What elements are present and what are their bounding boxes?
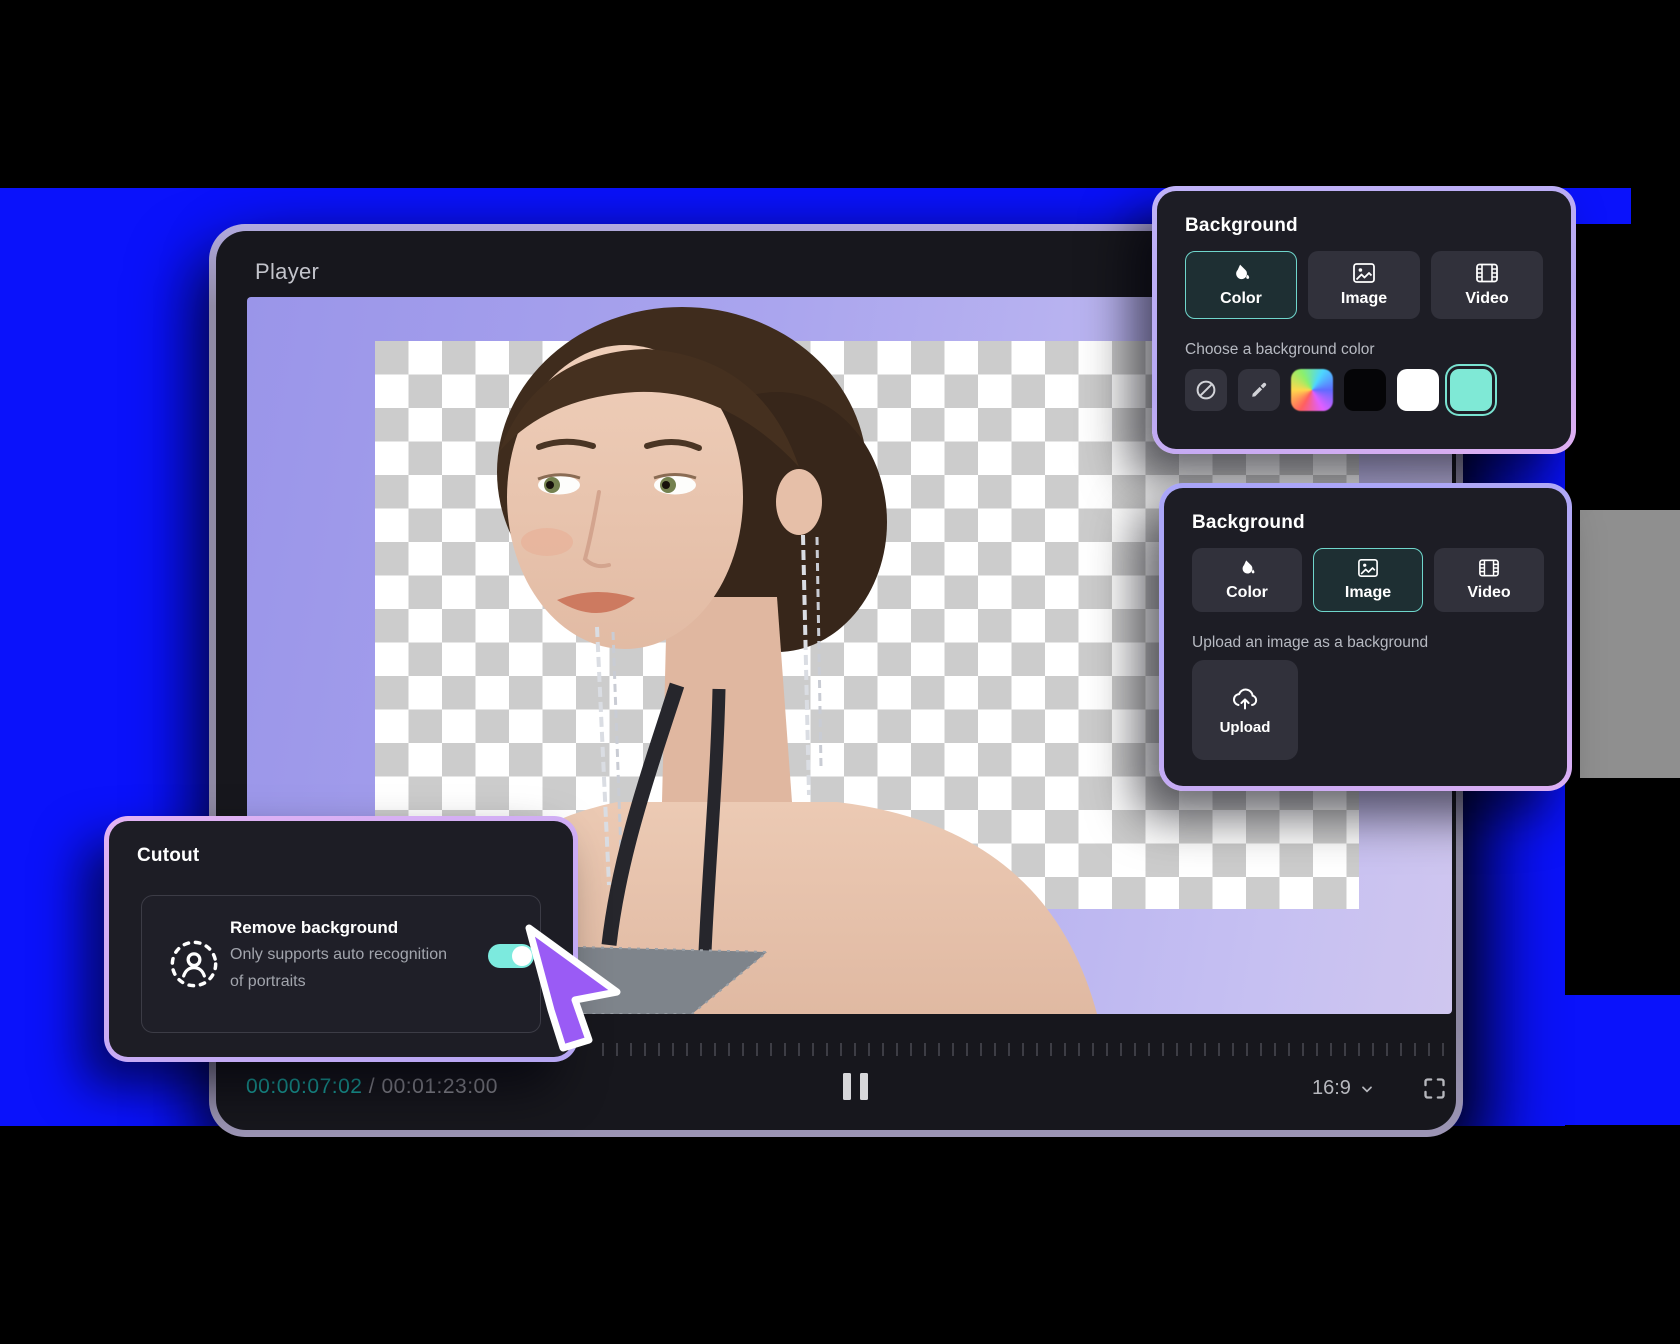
timecode-current: 00:00:07:02 [246, 1075, 363, 1098]
film-icon [1479, 559, 1499, 577]
remove-background-card: Remove background Only supports auto rec… [141, 895, 541, 1033]
remove-background-desc: of portraits [230, 973, 306, 990]
paint-bucket-icon [1242, 560, 1255, 574]
image-icon [1358, 559, 1378, 577]
black-swatch[interactable] [1344, 369, 1386, 411]
cutout-panel: Cutout Remove background Only supports a… [104, 816, 578, 1062]
remove-background-toggle[interactable] [488, 944, 534, 968]
background-image-panel: Background Color Image Video Upload an i… [1159, 483, 1572, 791]
white-swatch[interactable] [1397, 369, 1439, 411]
mint-swatch-selected[interactable] [1450, 369, 1492, 411]
background-type-tabs: Color Image Video [1185, 251, 1543, 319]
remove-background-desc: Only supports auto recognition [230, 946, 448, 963]
background-color-panel: Background Color Image Video Choose a ba… [1152, 186, 1576, 454]
timecode-separator: / [362, 1075, 382, 1098]
background-panel-title: Background [1192, 512, 1305, 533]
aspect-ratio-dropdown[interactable]: 16:9 [1312, 1077, 1375, 1100]
fullscreen-button[interactable] [1421, 1075, 1448, 1102]
remove-background-title: Remove background [230, 918, 399, 937]
film-icon [1476, 263, 1498, 283]
pause-icon [843, 1073, 851, 1100]
aspect-ratio-value: 16:9 [1312, 1077, 1351, 1099]
prohibition-icon [1196, 380, 1216, 400]
tab-color[interactable]: Color [1185, 251, 1297, 319]
player-title: Player [255, 259, 320, 284]
cutout-panel-title: Cutout [137, 845, 200, 866]
timecode-total: 00:01:23:00 [381, 1075, 498, 1098]
no-color-swatch[interactable] [1185, 369, 1227, 411]
chevron-down-icon [1362, 1085, 1372, 1093]
upload-label: Upload [1219, 718, 1271, 736]
page-background-right [1550, 995, 1680, 1125]
choose-color-label: Choose a background color [1185, 341, 1375, 358]
timeline-ruler[interactable] [602, 1043, 1454, 1056]
upload-button[interactable]: Upload [1192, 660, 1298, 760]
paint-bucket-icon [1236, 264, 1250, 280]
tab-video[interactable]: Video [1431, 251, 1543, 319]
image-icon [1353, 263, 1375, 283]
person-dotted-circle-icon [170, 940, 218, 988]
custom-color-swatch[interactable] [1291, 369, 1333, 411]
pause-button[interactable] [843, 1073, 873, 1101]
eyedropper-swatch[interactable] [1238, 369, 1280, 411]
tab-video[interactable]: Video [1434, 548, 1544, 612]
timecode-display: 00:00:07:02 / 00:01:23:00 [246, 1075, 498, 1099]
upload-image-label: Upload an image as a background [1192, 634, 1429, 651]
tab-color[interactable]: Color [1192, 548, 1302, 612]
cloud-upload-icon [1233, 688, 1258, 709]
pause-icon [860, 1073, 868, 1100]
tab-image[interactable]: Image [1308, 251, 1420, 319]
background-type-tabs: Color Image Video [1192, 548, 1544, 612]
color-swatch-row [1185, 369, 1492, 411]
tab-image[interactable]: Image [1313, 548, 1423, 612]
toggle-knob [512, 946, 532, 966]
background-panel-title: Background [1185, 215, 1298, 236]
eyedropper-icon [1252, 382, 1267, 397]
side-gray-strip [1580, 510, 1680, 778]
